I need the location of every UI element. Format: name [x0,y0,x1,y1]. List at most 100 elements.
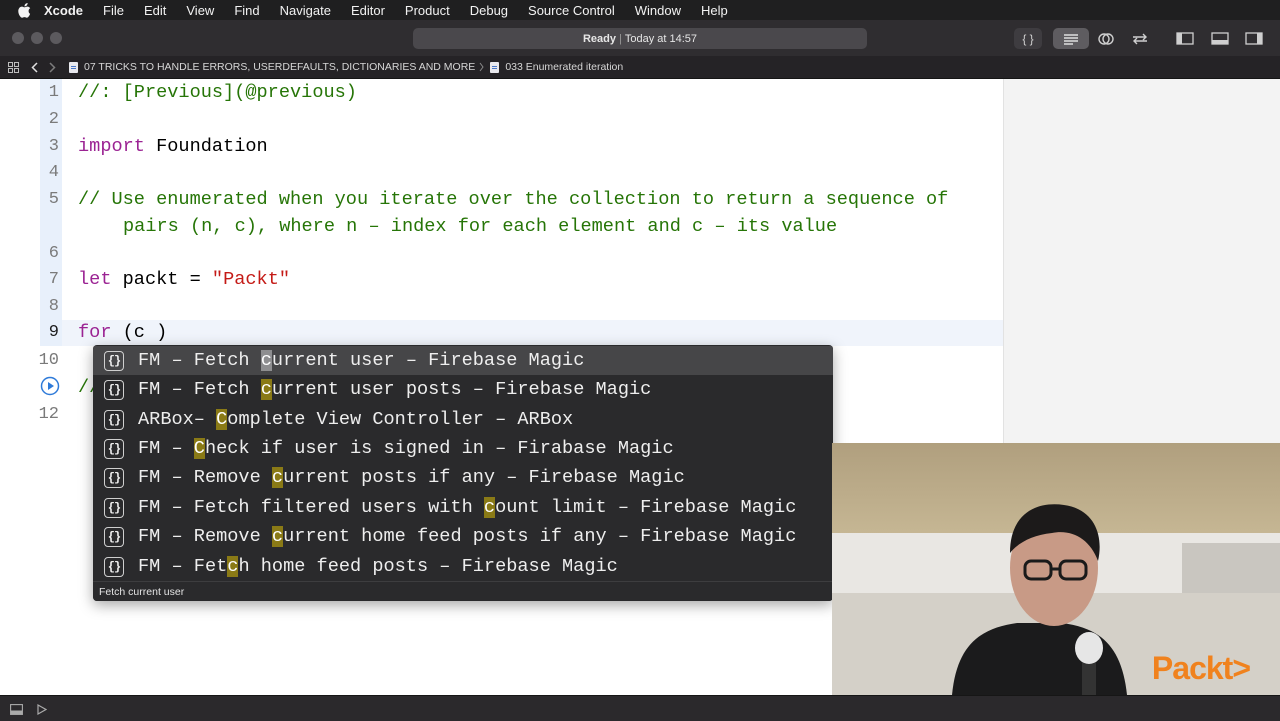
close-window-button[interactable] [12,32,24,44]
version-editor-button[interactable] [1125,28,1155,49]
menu-source-control[interactable]: Source Control [528,3,615,18]
completion-text: FM – Remove current posts if any – Fireb… [138,467,685,488]
line-number: 12 [38,405,59,424]
code-completion-popup[interactable]: {} FM – Fetch current user – Firebase Ma… [93,345,833,601]
string-literal: "Packt" [211,269,291,290]
toggle-navigator-button[interactable] [1172,28,1198,49]
playground-page-icon [490,61,500,73]
code-line-5: // Use enumerated when you iterate over … [78,189,949,210]
menu-debug[interactable]: Debug [470,3,508,18]
toggle-inspector-button[interactable] [1241,28,1267,49]
code-snippet-icon: {} [104,350,124,371]
presenter-webcam: Packt> [832,443,1280,695]
code-line-7: let packt = "Packt" [78,267,290,293]
menu-app-xcode[interactable]: Xcode [44,3,83,18]
code-snippet-icon: {} [104,467,124,488]
play-circle-icon [40,376,60,396]
related-items-grid-icon[interactable] [7,61,19,73]
toggle-debug-area-button[interactable] [1207,28,1233,49]
hide-debug-area-icon[interactable] [10,702,23,720]
completion-item[interactable]: {} FM – Remove current posts if any – Fi… [93,463,833,492]
completion-text: FM – Remove current home feed posts if a… [138,526,797,547]
menu-help[interactable]: Help [701,3,728,18]
library-button[interactable]: { } [1014,28,1042,49]
back-chevron-icon[interactable] [29,61,39,73]
menu-edit[interactable]: Edit [144,3,166,18]
packt-logo: Packt> [1151,650,1251,686]
menu-file[interactable]: File [103,3,124,18]
status-separator: | [619,32,622,45]
line-number: 7 [48,270,59,289]
standard-editor-button[interactable] [1053,28,1089,49]
code-line-5-wrap: pairs (n, c), where n – index for each e… [123,216,838,237]
variable-declaration: packt = [111,269,212,290]
line-number: 6 [48,244,59,263]
for-loop-header: (c ) [111,322,168,343]
keyword-import: import [78,136,145,157]
forward-chevron-icon[interactable] [47,61,57,73]
line-number: 8 [48,297,59,316]
menu-view[interactable]: View [186,3,214,18]
completion-item[interactable]: {} FM – Fetch home feed posts – Firebase… [93,552,833,581]
breadcrumb-folder[interactable]: 07 TRICKS TO HANDLE ERRORS, USERDEFAULTS… [69,61,475,73]
breadcrumb-file-label: 033 Enumerated iteration [505,61,624,73]
line-number: 5 [48,190,59,209]
completion-item[interactable]: {} ARBox– Complete View Controller – ARB… [93,405,833,434]
code-snippet-icon: {} [104,526,124,547]
playground-page-icon [69,61,78,73]
match-highlight: c [271,467,284,488]
completion-text: FM – Fetch filtered users with count lim… [138,497,797,518]
minimize-window-button[interactable] [31,32,43,44]
breadcrumb-separator-icon [479,62,484,72]
bottom-panel-icon [1211,32,1229,45]
completion-text: FM – Fetch current user – Firebase Magic [138,350,585,371]
match-highlight: C [193,438,205,459]
completion-text: FM – Fetch home feed posts – Firebase Ma… [138,556,618,577]
left-panel-icon [1176,32,1194,45]
completion-description: Fetch current user [93,581,833,601]
match-highlight: c [227,556,239,577]
menu-window[interactable]: Window [635,3,681,18]
menu-bar: Xcode File Edit View Find Navigate Edito… [0,0,1280,20]
activity-status-bar: Ready | Today at 14:57 [413,28,867,49]
menu-navigate[interactable]: Navigate [280,3,331,18]
line-number-current: 9 [48,323,59,342]
breadcrumb-folder-label: 07 TRICKS TO HANDLE ERRORS, USERDEFAULTS… [84,61,476,73]
code-line-1: //: [Previous](@previous) [78,82,357,103]
debug-bar [0,695,1280,721]
match-highlight: c [260,350,272,371]
code-line-3: import Foundation [78,134,268,160]
completion-item[interactable]: {} FM – Remove current home feed posts i… [93,522,833,551]
line-number: 10 [38,351,59,370]
menu-find[interactable]: Find [234,3,259,18]
breadcrumb-file[interactable]: 033 Enumerated iteration [490,61,623,73]
code-snippet-icon: {} [104,438,124,459]
apple-icon[interactable] [16,2,32,18]
overlapping-circles-icon [1098,32,1114,45]
line-number: 4 [48,163,59,182]
current-line-highlight [62,320,1003,346]
window-toolbar: Ready | Today at 14:57 { } [0,20,1280,56]
menu-product[interactable]: Product [405,3,450,18]
completion-item[interactable]: {} FM – Fetch current user posts – Fireb… [93,375,833,404]
keyword-for: for [78,322,112,343]
status-timestamp: Today at 14:57 [624,32,698,45]
line-number: 2 [48,110,59,129]
match-highlight: C [216,409,228,430]
run-playground-button[interactable] [40,376,60,396]
menu-editor[interactable]: Editor [351,3,385,18]
completion-item[interactable]: {} FM – Check if user is signed in – Fir… [93,434,833,463]
code-snippet-icon: {} [104,556,124,577]
match-highlight: c [483,497,496,518]
assistant-editor-button[interactable] [1091,28,1121,49]
completion-text: FM – Fetch current user posts – Firebase… [138,379,652,400]
completion-item-selected[interactable]: {} FM – Fetch current user – Firebase Ma… [93,346,833,375]
line-number: 1 [48,83,59,102]
completion-text: ARBox– Complete View Controller – ARBox [138,409,574,430]
status-ready: Ready [582,32,616,45]
completion-item[interactable]: {} FM – Fetch filtered users with count … [93,493,833,522]
run-playground-icon[interactable] [37,702,48,720]
code-snippet-icon: {} [104,497,124,518]
code-line-9: for (c ) [78,320,167,346]
zoom-window-button[interactable] [50,32,62,44]
